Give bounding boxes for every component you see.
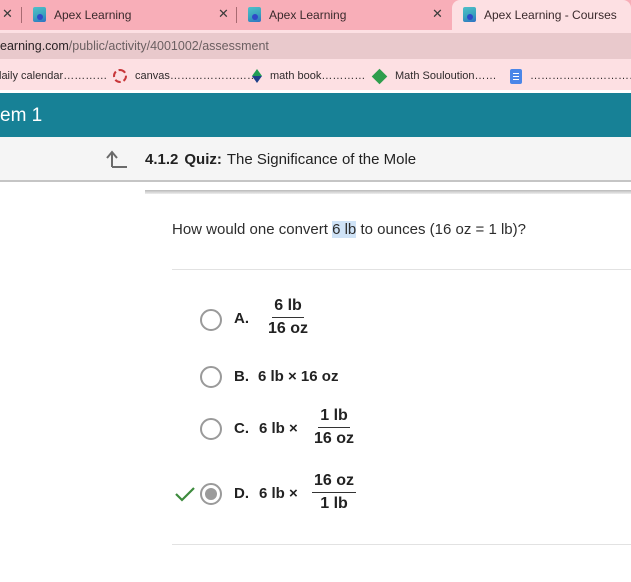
answer-option-a[interactable]: A. 6 lb 16 oz bbox=[172, 297, 472, 341]
numerator: 6 lb bbox=[272, 297, 304, 318]
bookmarks-bar: laily calendar………… canvas…………………… math b… bbox=[0, 62, 631, 90]
card-top-edge bbox=[145, 190, 631, 194]
canvas-ring-icon bbox=[113, 69, 127, 83]
url-path: /public/activity/4001002/assessment bbox=[68, 39, 269, 53]
option-letter: D. bbox=[234, 485, 249, 502]
close-tab-icon[interactable]: ✕ bbox=[432, 6, 443, 22]
option-prefix: 6 lb × bbox=[259, 485, 298, 502]
math-book-icon bbox=[252, 69, 262, 83]
denominator: 1 lb bbox=[320, 495, 348, 512]
address-bar-row: earning.com/public/activity/4001002/asse… bbox=[0, 30, 631, 62]
browser-tab-strip: ✕ Apex Learning ✕ Apex Learning ✕ Apex L… bbox=[0, 0, 631, 30]
question-part: to ounces (16 oz = 1 lb)? bbox=[356, 221, 526, 238]
breadcrumb-bar: 4.1.2 Quiz: The Significance of the Mole bbox=[0, 137, 631, 182]
tab-title: Apex Learning bbox=[54, 8, 132, 22]
activity-title: The Significance of the Mole bbox=[226, 151, 417, 168]
diamond-icon bbox=[371, 68, 388, 84]
highlighted-text: 6 lb bbox=[332, 221, 357, 238]
breadcrumb: 4.1.2 Quiz: The Significance of the Mole bbox=[145, 151, 416, 168]
bookmark-google-doc[interactable]: ………………………………… bbox=[510, 62, 631, 90]
option-letter: A. bbox=[234, 310, 249, 327]
fraction: 1 lb 16 oz bbox=[314, 407, 354, 448]
bookmark-label: canvas…………………… bbox=[135, 70, 258, 82]
question-text: How would one convert 6 lb to ounces (16… bbox=[172, 221, 526, 238]
radio-button-a[interactable] bbox=[200, 309, 222, 331]
fraction: 6 lb 16 oz bbox=[268, 297, 308, 338]
option-letter: B. bbox=[234, 368, 249, 385]
tab-title: Apex Learning - Courses bbox=[484, 8, 617, 22]
divider bbox=[172, 544, 631, 545]
denominator: 16 oz bbox=[268, 320, 309, 337]
google-docs-icon bbox=[510, 68, 522, 84]
tab-apex-learning-2[interactable]: Apex Learning ✕ bbox=[237, 0, 451, 30]
denominator: 16 oz bbox=[314, 430, 355, 447]
bookmark-daily-calendar[interactable]: laily calendar………… bbox=[0, 62, 107, 90]
apex-favicon-icon bbox=[248, 7, 261, 22]
fraction: 16 oz 1 lb bbox=[312, 472, 357, 513]
url-text[interactable]: earning.com/public/activity/4001002/asse… bbox=[0, 39, 269, 53]
bookmark-label: math book………… bbox=[270, 70, 366, 82]
apex-favicon-icon bbox=[33, 7, 46, 22]
app-header: em 1 bbox=[0, 93, 631, 137]
bookmark-label: ………………………………… bbox=[530, 70, 631, 82]
url-host: earning.com bbox=[0, 39, 69, 53]
divider bbox=[172, 269, 631, 270]
header-title: em 1 bbox=[0, 105, 43, 126]
up-level-arrow-icon[interactable] bbox=[106, 149, 128, 169]
option-prefix: 6 lb × bbox=[259, 420, 298, 437]
radio-button-c[interactable] bbox=[200, 418, 222, 440]
bookmark-math-book[interactable]: math book………… bbox=[252, 62, 365, 90]
close-tab-icon[interactable]: ✕ bbox=[218, 6, 229, 22]
tab-apex-learning-courses[interactable]: Apex Learning - Courses bbox=[452, 0, 631, 30]
bookmark-canvas[interactable]: canvas…………………… bbox=[113, 62, 258, 90]
close-tab-icon[interactable]: ✕ bbox=[2, 6, 13, 22]
radio-button-d[interactable] bbox=[200, 483, 222, 505]
activity-type: Quiz: bbox=[184, 151, 222, 168]
apex-favicon-icon bbox=[463, 7, 476, 22]
question-part: How would one convert bbox=[172, 221, 333, 238]
answer-option-d[interactable]: D. 6 lb × 16 oz 1 lb bbox=[172, 470, 472, 514]
address-bar[interactable]: earning.com/public/activity/4001002/asse… bbox=[0, 33, 631, 59]
lesson-number: 4.1.2 bbox=[145, 151, 179, 168]
option-letter: C. bbox=[234, 420, 249, 437]
bookmark-math-souloution[interactable]: Math Souloution…… bbox=[371, 62, 497, 90]
answer-option-c[interactable]: C. 6 lb × 1 lb 16 oz bbox=[172, 406, 472, 450]
option-text: 6 lb × 16 oz bbox=[258, 368, 339, 385]
radio-button-b[interactable] bbox=[200, 366, 222, 388]
numerator: 16 oz bbox=[312, 472, 357, 493]
numerator: 1 lb bbox=[318, 407, 350, 428]
tab-title: Apex Learning bbox=[269, 8, 347, 22]
answer-option-b[interactable]: B. 6 lb × 16 oz bbox=[172, 356, 472, 400]
tab-apex-learning-1[interactable]: Apex Learning ✕ bbox=[22, 0, 236, 30]
bookmark-label: Math Souloution…… bbox=[395, 70, 497, 82]
bookmark-label: laily calendar………… bbox=[0, 70, 108, 82]
